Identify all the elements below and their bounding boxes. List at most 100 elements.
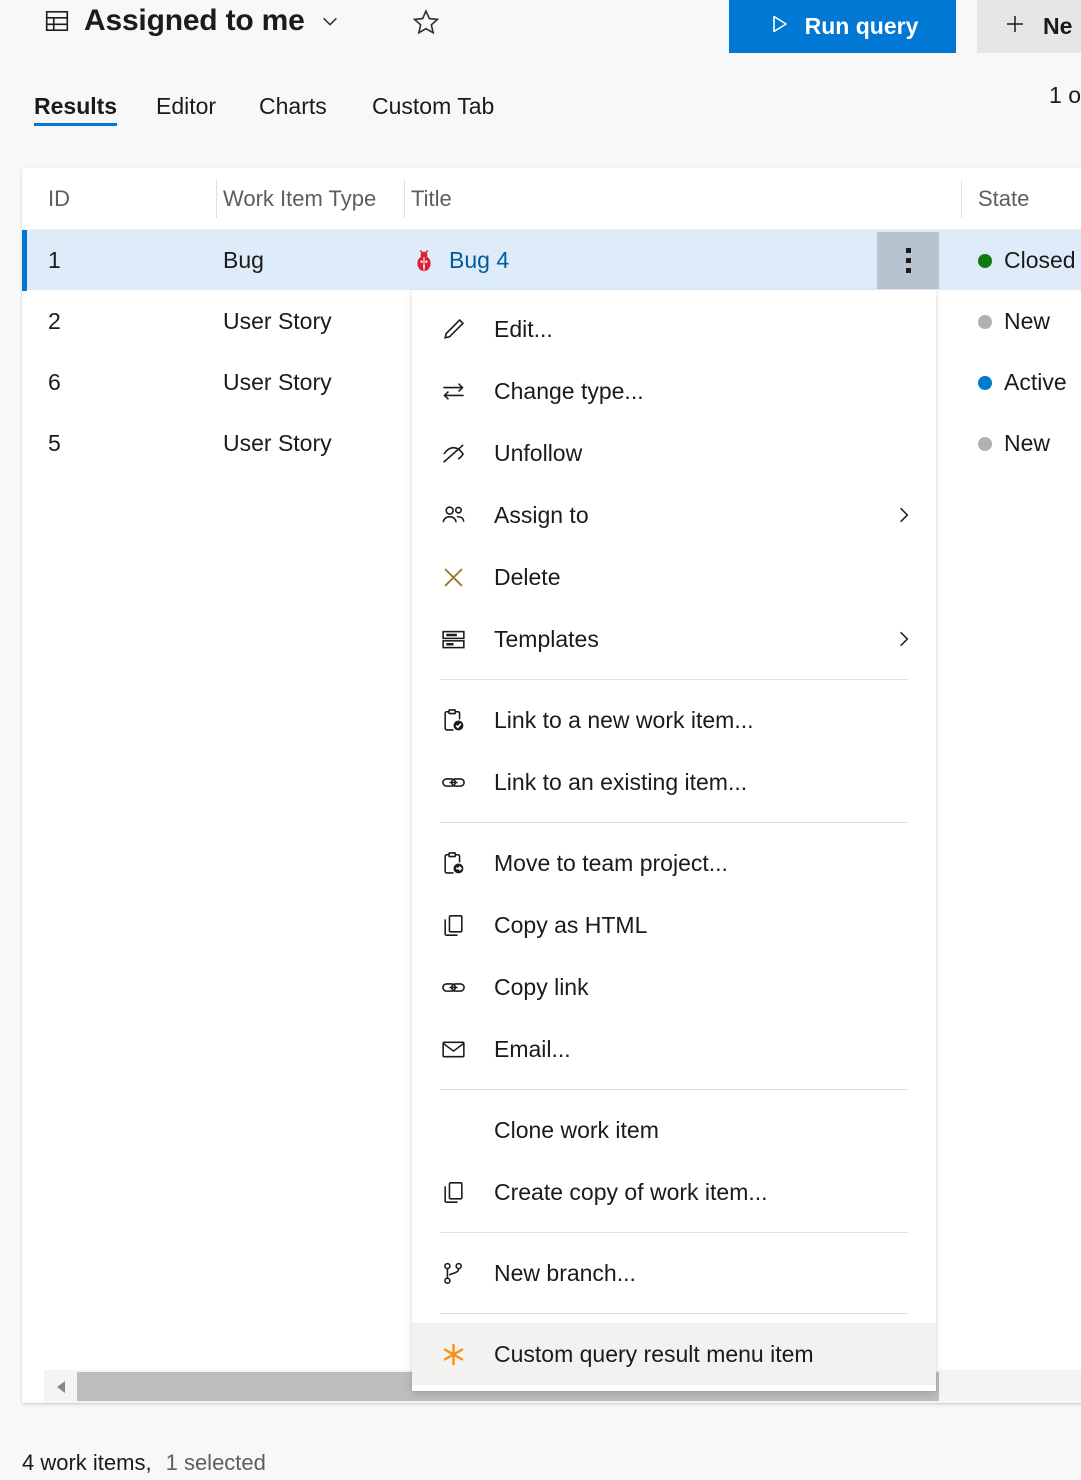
column-divider[interactable] <box>404 180 405 218</box>
column-header-id[interactable]: ID <box>48 168 70 230</box>
menu-item-templates[interactable]: Templates <box>412 608 936 670</box>
swap-icon <box>440 377 476 405</box>
menu-separator <box>440 679 908 680</box>
plus-icon <box>1003 12 1027 42</box>
menu-item-move-to-team-project[interactable]: Move to team project... <box>412 832 936 894</box>
link-icon <box>440 768 476 796</box>
run-query-label: Run query <box>805 13 919 40</box>
menu-item-change-type[interactable]: Change type... <box>412 360 936 422</box>
mail-icon <box>440 1035 476 1063</box>
column-divider[interactable] <box>216 180 217 218</box>
close-x-icon <box>440 563 476 591</box>
top-bar: Assigned to me Run query Ne <box>0 0 1081 56</box>
row-selection-indicator <box>22 230 27 291</box>
menu-item-label: New branch... <box>494 1260 914 1287</box>
cell-state-label: New <box>1004 308 1050 335</box>
menu-item-label: Custom query result menu item <box>494 1341 914 1368</box>
menu-item-label: Create copy of work item... <box>494 1179 914 1206</box>
link-icon <box>440 973 476 1001</box>
run-query-button[interactable]: Run query <box>729 0 956 53</box>
chevron-down-icon[interactable] <box>319 10 341 32</box>
cell-id: 6 <box>48 352 61 413</box>
menu-separator <box>440 822 908 823</box>
cell-state-label: Closed <box>1004 247 1076 274</box>
column-divider[interactable] <box>961 180 962 218</box>
more-vertical-icon-dot <box>906 258 911 263</box>
cell-work-item-type: User Story <box>223 352 332 413</box>
more-vertical-icon-dot <box>906 248 911 253</box>
caret-left-icon[interactable] <box>44 1370 77 1403</box>
column-header-work-item-type[interactable]: Work Item Type <box>223 168 376 230</box>
menu-item-create-copy-of-work-item[interactable]: Create copy of work item... <box>412 1161 936 1223</box>
menu-item-link-to-existing-item[interactable]: Link to an existing item... <box>412 751 936 813</box>
page-title: Assigned to me <box>84 4 305 38</box>
new-button-label: Ne <box>1043 13 1072 40</box>
column-header-title[interactable]: Title <box>411 168 452 230</box>
menu-item-label: Copy link <box>494 974 914 1001</box>
menu-item-label: Move to team project... <box>494 850 914 877</box>
menu-item-label: Unfollow <box>494 440 914 467</box>
menu-separator <box>440 1232 908 1233</box>
empty-icon-slot <box>440 1116 476 1144</box>
asterisk-icon <box>440 1340 476 1368</box>
menu-item-clone-work-item[interactable]: Clone work item <box>412 1099 936 1161</box>
menu-item-label: Templates <box>494 626 894 653</box>
menu-item-copy-link[interactable]: Copy link <box>412 956 936 1018</box>
table-row[interactable]: 1 Bug Bug 4 Closed <box>22 230 1081 291</box>
eye-off-icon <box>440 439 476 467</box>
menu-item-assign-to[interactable]: Assign to <box>412 484 936 546</box>
tab-charts-label: Charts <box>259 93 327 119</box>
clipboard-check-icon <box>440 706 476 734</box>
cell-state: Active <box>978 352 1067 413</box>
menu-item-edit[interactable]: Edit... <box>412 298 936 360</box>
pencil-icon <box>440 315 476 343</box>
menu-item-email[interactable]: Email... <box>412 1018 936 1080</box>
cell-state-label: New <box>1004 430 1050 457</box>
cell-state: New <box>978 291 1050 352</box>
status-selected-count: 1 selected <box>166 1450 266 1476</box>
grid-header-row: ID Work Item Type Title State <box>22 168 1081 230</box>
menu-item-label: Change type... <box>494 378 914 405</box>
star-icon[interactable] <box>412 8 440 36</box>
tab-bar: Results Editor Charts Custom Tab 1 o <box>0 78 1081 138</box>
tab-charts[interactable]: Charts <box>259 78 327 134</box>
results-count: 1 o <box>1049 82 1081 109</box>
cell-state: New <box>978 413 1050 474</box>
status-dot <box>978 376 992 390</box>
grid-icon <box>44 8 70 34</box>
cell-work-item-type: User Story <box>223 413 332 474</box>
menu-item-unfollow[interactable]: Unfollow <box>412 422 936 484</box>
cell-title-link[interactable]: Bug 4 <box>449 247 509 274</box>
branch-icon <box>440 1259 476 1287</box>
menu-item-label: Edit... <box>494 316 914 343</box>
menu-item-label: Link to a new work item... <box>494 707 914 734</box>
menu-item-copy-as-html[interactable]: Copy as HTML <box>412 894 936 956</box>
people-icon <box>440 501 476 529</box>
copy-icon <box>440 911 476 939</box>
status-dot <box>978 254 992 268</box>
row-context-menu-button[interactable] <box>877 232 939 289</box>
tab-custom-tab[interactable]: Custom Tab <box>372 78 494 134</box>
tab-editor-label: Editor <box>156 93 216 119</box>
menu-item-label: Link to an existing item... <box>494 769 914 796</box>
tab-editor[interactable]: Editor <box>156 78 216 134</box>
tab-active-underline <box>34 123 117 126</box>
tab-results[interactable]: Results <box>34 78 117 134</box>
new-work-item-button[interactable]: Ne <box>977 0 1081 53</box>
cell-id: 2 <box>48 291 61 352</box>
menu-item-label: Assign to <box>494 502 894 529</box>
column-header-state[interactable]: State <box>978 168 1029 230</box>
menu-item-delete[interactable]: Delete <box>412 546 936 608</box>
cell-state-label: Active <box>1004 369 1067 396</box>
menu-item-label: Delete <box>494 564 914 591</box>
query-title-group[interactable]: Assigned to me <box>44 4 341 38</box>
status-bar: 4 work items, 1 selected <box>22 1450 266 1476</box>
menu-item-new-branch[interactable]: New branch... <box>412 1242 936 1304</box>
menu-item-link-to-new-work-item[interactable]: Link to a new work item... <box>412 689 936 751</box>
menu-item-label: Email... <box>494 1036 914 1063</box>
bug-icon <box>411 248 437 274</box>
menu-item-custom-query-result-menu-item[interactable]: Custom query result menu item <box>412 1323 936 1385</box>
cell-work-item-type: Bug <box>223 230 264 291</box>
play-icon <box>767 12 791 42</box>
copy-icon <box>440 1178 476 1206</box>
